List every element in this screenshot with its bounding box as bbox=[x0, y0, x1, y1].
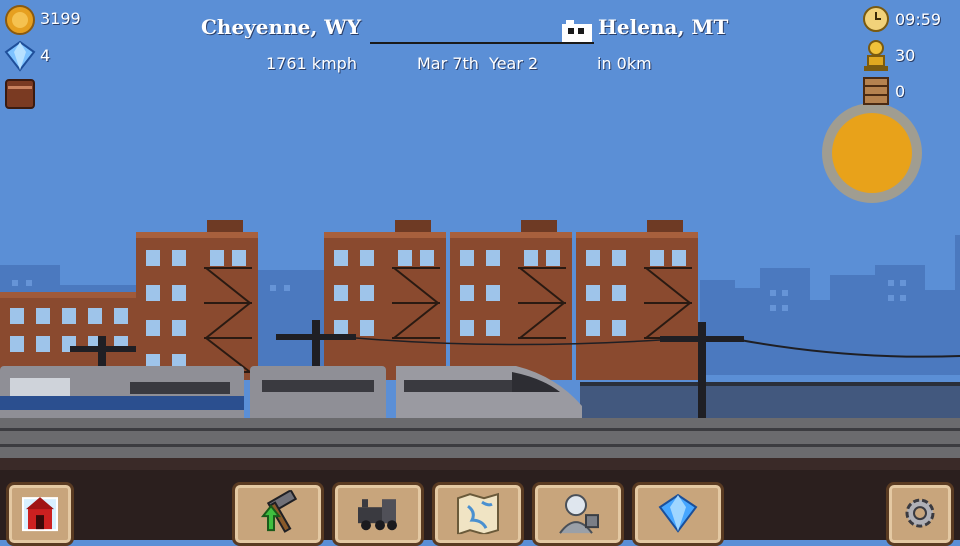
train-icon bbox=[0, 366, 582, 426]
book-icon[interactable] bbox=[4, 78, 36, 114]
gems-count: 4 bbox=[40, 46, 51, 65]
gear-icon bbox=[905, 498, 935, 528]
sun-icon bbox=[822, 103, 922, 203]
map-button[interactable] bbox=[432, 482, 524, 546]
crate-icon bbox=[862, 76, 890, 110]
origin-city: Cheyenne, WY bbox=[201, 15, 361, 39]
settings-button[interactable] bbox=[886, 482, 954, 546]
station-button[interactable] bbox=[6, 482, 74, 546]
coins-count: 3199 bbox=[40, 9, 81, 28]
map-icon bbox=[457, 492, 499, 535]
gem-icon bbox=[4, 40, 36, 76]
hammer-icon bbox=[260, 490, 298, 533]
passenger-count: 30 bbox=[895, 46, 916, 65]
chain-fence bbox=[580, 382, 960, 420]
gem-icon bbox=[658, 493, 698, 533]
trains-button[interactable] bbox=[332, 482, 424, 546]
destination-city: Helena, MT bbox=[598, 15, 729, 39]
distance-remaining: in 0km bbox=[597, 54, 652, 73]
staff-button[interactable] bbox=[532, 482, 624, 546]
passenger-icon bbox=[862, 40, 890, 76]
coin-icon bbox=[4, 4, 36, 40]
game-time: 09:59 bbox=[895, 10, 942, 29]
gems-shop-button[interactable] bbox=[632, 482, 724, 546]
upgrade-button[interactable] bbox=[232, 482, 324, 546]
train-speed: 1761 kmph bbox=[266, 54, 357, 73]
game-date: Mar 7th Year 2 bbox=[417, 54, 539, 73]
low-brick-building bbox=[0, 292, 136, 372]
cargo-count: 0 bbox=[895, 82, 906, 101]
person-icon bbox=[559, 494, 599, 534]
game-scene bbox=[0, 0, 960, 540]
locomotive-icon bbox=[358, 499, 397, 531]
clock-icon bbox=[862, 5, 890, 37]
